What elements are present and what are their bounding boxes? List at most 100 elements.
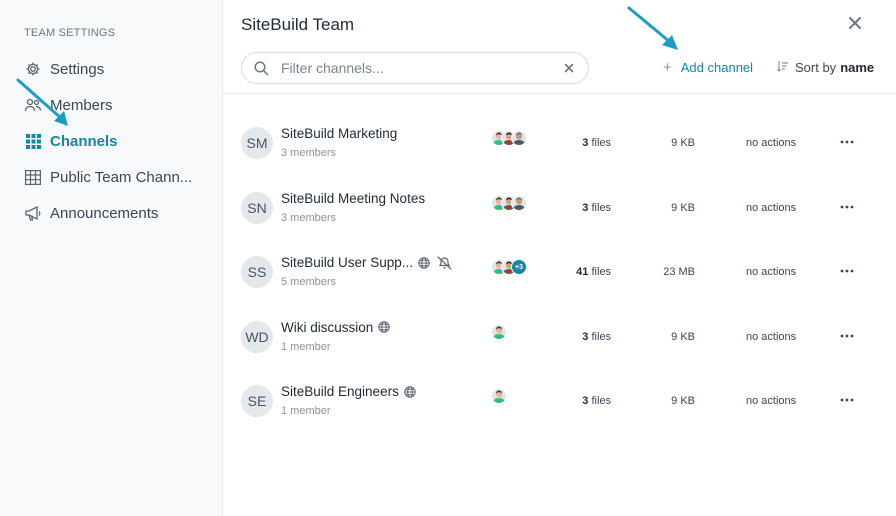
channel-name-text: SiteBuild Engineers bbox=[281, 384, 399, 399]
channel-name-text: Wiki discussion bbox=[281, 319, 374, 335]
globe-icon bbox=[404, 385, 416, 398]
sort-label: Sort by bbox=[795, 60, 837, 75]
main-panel: SiteBuild Team + Add channel Sort by nam… bbox=[223, 0, 896, 516]
member-avatar bbox=[511, 194, 527, 211]
channel-name[interactable]: SiteBuild Marketing bbox=[281, 126, 397, 141]
file-size: 9 KB bbox=[671, 395, 695, 407]
member-avatars[interactable]: +3 bbox=[491, 259, 527, 277]
plus-icon: + bbox=[663, 59, 672, 76]
channel-name[interactable]: SiteBuild User Supp... bbox=[281, 255, 453, 270]
table-row[interactable]: SN SiteBuild Meeting Notes 3 members 3 file… bbox=[223, 176, 896, 241]
actions-status: no actions bbox=[746, 330, 797, 343]
add-channel-label: Add channel bbox=[680, 60, 754, 75]
table-row[interactable]: SS SiteBuild User Supp... 5 members +3 41 fi… bbox=[223, 240, 896, 305]
channel-avatar: WD bbox=[241, 320, 273, 353]
file-count-number: 3 bbox=[582, 201, 589, 214]
channel-member-count: 3 members bbox=[281, 147, 337, 159]
member-avatars[interactable] bbox=[491, 130, 527, 148]
search-input[interactable] bbox=[281, 60, 562, 76]
file-size: 9 KB bbox=[671, 330, 695, 343]
more-options-icon bbox=[840, 140, 854, 144]
member-avatar bbox=[511, 130, 527, 146]
member-avatar bbox=[491, 323, 507, 340]
channel-list: SM SiteBuild Marketing 3 members 3 files 9 K… bbox=[223, 111, 896, 434]
file-size: 9 KB bbox=[671, 137, 695, 149]
clear-search-button[interactable] bbox=[562, 61, 576, 75]
file-count-number: 3 bbox=[582, 330, 589, 343]
add-channel-button[interactable]: + Add channel bbox=[663, 60, 753, 75]
table-row[interactable]: SE SiteBuild Engineers 1 member 3 files 9 KB… bbox=[223, 369, 896, 434]
channel-name-text: SiteBuild Marketing bbox=[281, 126, 398, 141]
mute-notifications-icon bbox=[436, 255, 453, 270]
close-button[interactable] bbox=[848, 16, 866, 34]
sidebar-item-members[interactable]: Members bbox=[24, 87, 214, 123]
more-options-button[interactable] bbox=[835, 391, 859, 409]
more-options-icon bbox=[840, 269, 854, 273]
sidebar-item-label: Channels bbox=[50, 132, 118, 150]
sidebar-item-announcements[interactable]: Announcements bbox=[24, 195, 214, 231]
page-title: SiteBuild Team bbox=[241, 15, 355, 34]
globe-icon bbox=[418, 256, 430, 269]
file-count: 3 files bbox=[553, 202, 611, 214]
sidebar-nav: Settings Members Channels Public Team Ch… bbox=[24, 51, 214, 231]
channel-member-count: 1 member bbox=[281, 405, 331, 417]
table-icon bbox=[24, 168, 42, 186]
channel-member-count: 5 members bbox=[281, 276, 337, 288]
actions-status: no actions bbox=[746, 201, 797, 214]
file-count-label: files bbox=[591, 330, 611, 343]
more-options-button[interactable] bbox=[835, 133, 859, 151]
sidebar-item-label: Public Team Chann... bbox=[50, 168, 193, 186]
file-count-label: files bbox=[591, 395, 611, 407]
more-options-icon bbox=[840, 398, 854, 402]
file-count: 3 files bbox=[553, 137, 611, 149]
file-count: 3 files bbox=[553, 395, 611, 407]
globe-icon bbox=[378, 321, 390, 333]
member-avatar bbox=[491, 388, 507, 404]
sidebar-item-public-team-channels[interactable]: Public Team Chann... bbox=[24, 159, 214, 195]
sidebar-item-settings[interactable]: Settings bbox=[24, 51, 214, 87]
sort-icon bbox=[777, 60, 789, 75]
channel-member-count: 1 member bbox=[281, 340, 331, 353]
channel-name[interactable]: SiteBuild Meeting Notes bbox=[281, 191, 425, 206]
channel-name-text: SiteBuild Meeting Notes bbox=[281, 190, 426, 206]
file-count-number: 3 bbox=[582, 395, 589, 407]
channel-avatar: SS bbox=[241, 256, 273, 288]
channel-name-text: SiteBuild User Supp... bbox=[281, 255, 414, 270]
file-count-number: 41 bbox=[576, 266, 589, 278]
members-icon bbox=[24, 96, 42, 114]
search-icon bbox=[254, 60, 269, 75]
member-avatars[interactable] bbox=[491, 323, 507, 342]
sidebar-item-label: Announcements bbox=[50, 204, 159, 222]
divider bbox=[223, 93, 896, 94]
more-options-button[interactable] bbox=[835, 198, 859, 216]
grid-icon bbox=[24, 132, 42, 150]
file-count-number: 3 bbox=[582, 137, 589, 149]
file-count-label: files bbox=[591, 266, 611, 278]
channel-avatar: SM bbox=[241, 127, 273, 159]
file-size: 23 MB bbox=[663, 266, 695, 278]
more-options-button[interactable] bbox=[835, 327, 859, 345]
actions-status: no actions bbox=[746, 395, 797, 407]
more-options-button[interactable] bbox=[835, 262, 859, 280]
sidebar-item-channels[interactable]: Channels bbox=[24, 123, 214, 159]
table-row[interactable]: WD Wiki discussion 1 member 3 files 9 KB no a… bbox=[223, 305, 896, 370]
member-avatars[interactable] bbox=[491, 388, 507, 406]
actions-status: no actions bbox=[746, 137, 797, 149]
sidebar: TEAM SETTINGS Settings Members Channels … bbox=[0, 0, 223, 516]
sidebar-heading: TEAM SETTINGS bbox=[24, 27, 116, 39]
megaphone-icon bbox=[24, 204, 42, 222]
file-count-label: files bbox=[591, 201, 611, 214]
gear-icon bbox=[24, 60, 42, 78]
channel-avatar: SN bbox=[241, 191, 273, 224]
actions-status: no actions bbox=[746, 266, 797, 278]
channel-name[interactable]: SiteBuild Engineers bbox=[281, 384, 416, 399]
table-row[interactable]: SM SiteBuild Marketing 3 members 3 files 9 K… bbox=[223, 111, 896, 176]
close-icon bbox=[564, 63, 574, 73]
member-avatars[interactable] bbox=[491, 194, 527, 213]
file-count: 3 files bbox=[553, 331, 611, 343]
file-count-label: files bbox=[591, 137, 611, 149]
channel-name[interactable]: Wiki discussion bbox=[281, 320, 390, 335]
search-box bbox=[241, 52, 589, 84]
sort-button[interactable]: Sort by name bbox=[777, 60, 874, 75]
file-size: 9 KB bbox=[671, 201, 695, 214]
